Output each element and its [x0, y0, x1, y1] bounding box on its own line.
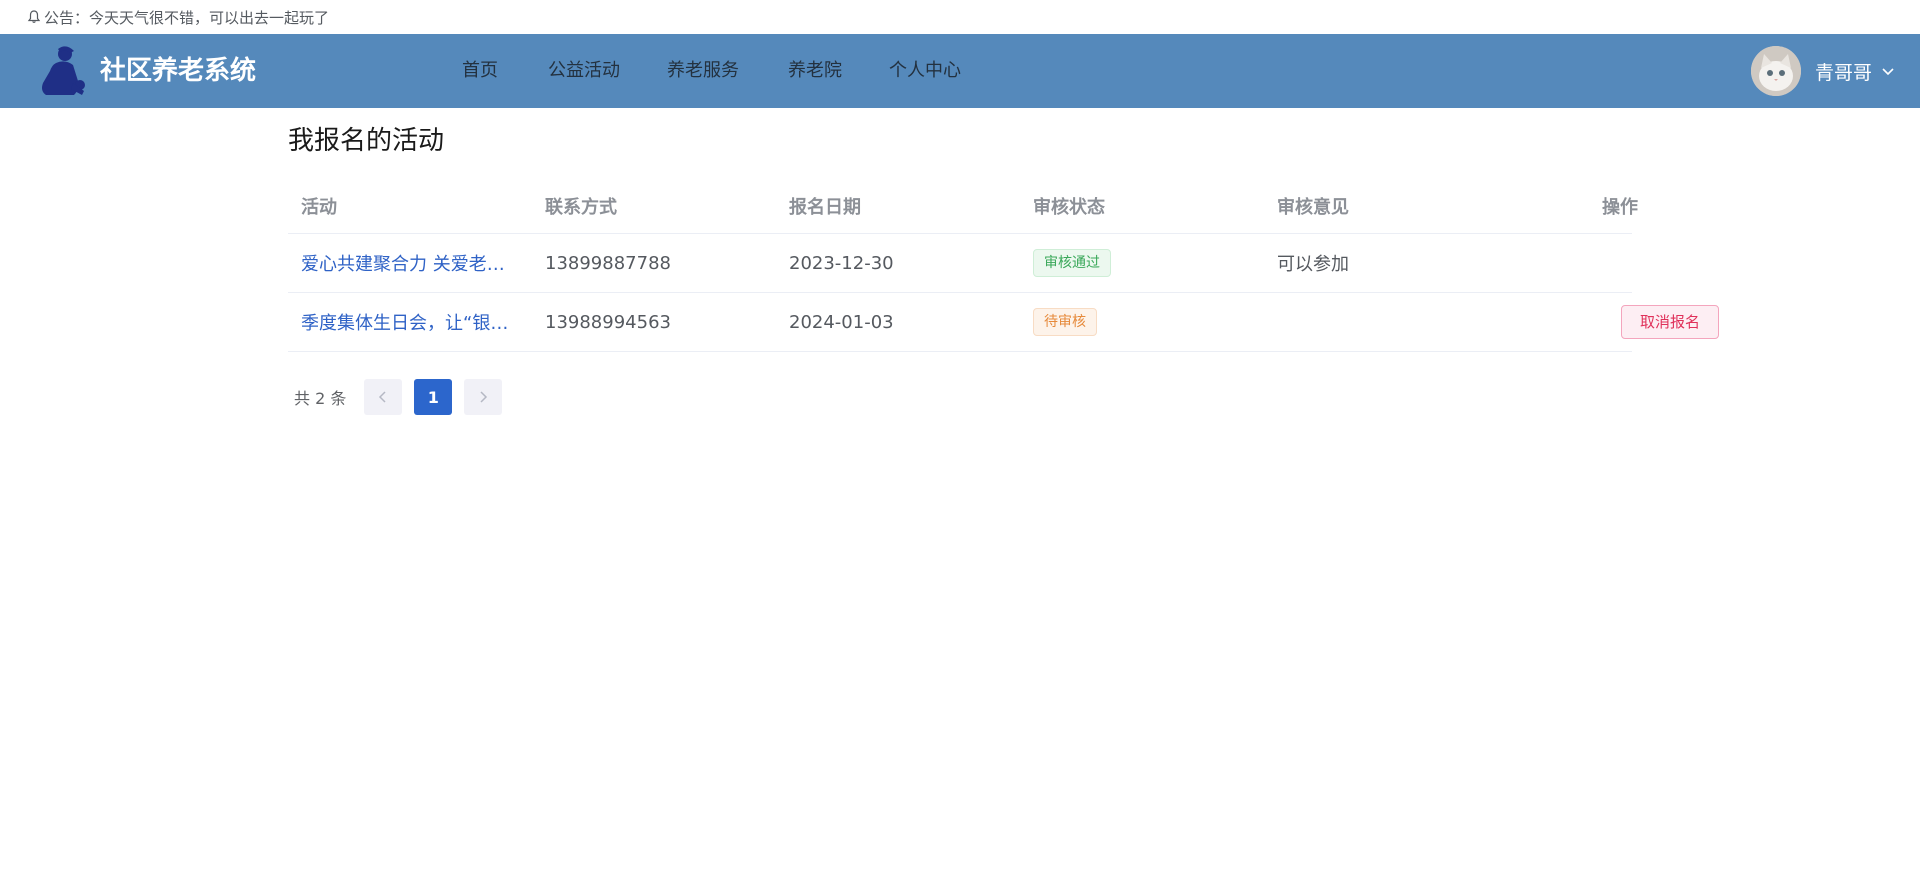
table-header: 活动 联系方式 报名日期 审核状态 审核意见 操作 [288, 179, 1638, 234]
chevron-down-icon[interactable] [1880, 63, 1896, 79]
column-header-opinion: 审核意见 [1277, 197, 1349, 218]
cancel-registration-button[interactable]: 取消报名 [1621, 305, 1719, 339]
column-header-date: 报名日期 [789, 197, 861, 218]
contact-cell: 13988994563 [545, 311, 671, 333]
user-menu[interactable]: 青哥哥 [1750, 34, 1896, 108]
date-cell: 2024-01-03 [789, 311, 894, 333]
activity-link[interactable]: 爱心共建聚合力 关爱老人暖人心 [301, 250, 532, 276]
notice-text: 今天天气很不错，可以出去一起玩了 [89, 8, 330, 27]
nav-item-nursing-home[interactable]: 养老院 [788, 34, 842, 108]
page-button-current[interactable]: 1 [414, 379, 453, 415]
chevron-right-icon [480, 391, 488, 403]
nav-item-elderly-services[interactable]: 养老服务 [667, 34, 739, 108]
contact-cell: 13899887788 [545, 252, 671, 274]
brand-title: 社区养老系统 [100, 56, 257, 86]
nav-item-personal-center[interactable]: 个人中心 [889, 34, 961, 108]
opinion-cell: 可以参加 [1277, 254, 1349, 275]
column-header-action: 操作 [1602, 197, 1638, 218]
prev-page-button[interactable] [364, 379, 403, 415]
status-badge: 审核通过 [1033, 249, 1111, 277]
top-header: 社区养老系统 首页 公益活动 养老服务 养老院 个人中心 青哥哥 [0, 34, 1920, 108]
table-row: 爱心共建聚合力 关爱老人暖人心 13899887788 2023-12-30 审… [288, 234, 1632, 293]
column-header-status: 审核状态 [1033, 197, 1105, 218]
next-page-button[interactable] [464, 379, 503, 415]
username[interactable]: 青哥哥 [1815, 58, 1872, 85]
activity-link[interactable]: 季度集体生日会，让“银发”老人们乐享幸福 [301, 309, 532, 335]
action-cell: 取消报名 [1508, 305, 1732, 339]
date-cell: 2023-12-30 [789, 252, 894, 274]
table-row: 季度集体生日会，让“银发”老人们乐享幸福 13988994563 2024-01… [288, 293, 1719, 352]
nav-item-charity-activities[interactable]: 公益活动 [548, 34, 620, 108]
pagination: 共 2 条 1 [294, 379, 514, 415]
elder-caregiver-logo-icon[interactable] [40, 45, 86, 97]
pagination-total: 共 2 条 [294, 389, 347, 408]
page-title: 我报名的活动 [288, 126, 445, 156]
notice-bar: 公告： 今天天气很不错，可以出去一起玩了 [0, 0, 1920, 34]
chevron-left-icon [379, 391, 386, 403]
column-header-activity: 活动 [301, 197, 337, 218]
status-badge: 待审核 [1033, 308, 1097, 336]
nav-item-home[interactable]: 首页 [462, 34, 498, 108]
notice-prefix: 公告： [44, 8, 90, 27]
column-header-contact: 联系方式 [545, 197, 617, 218]
bell-icon [27, 10, 41, 23]
avatar[interactable] [1750, 46, 1801, 96]
registered-activities-table: 活动 联系方式 报名日期 审核状态 审核意见 操作 爱心共建聚合力 关爱老人暖人… [288, 179, 1719, 352]
